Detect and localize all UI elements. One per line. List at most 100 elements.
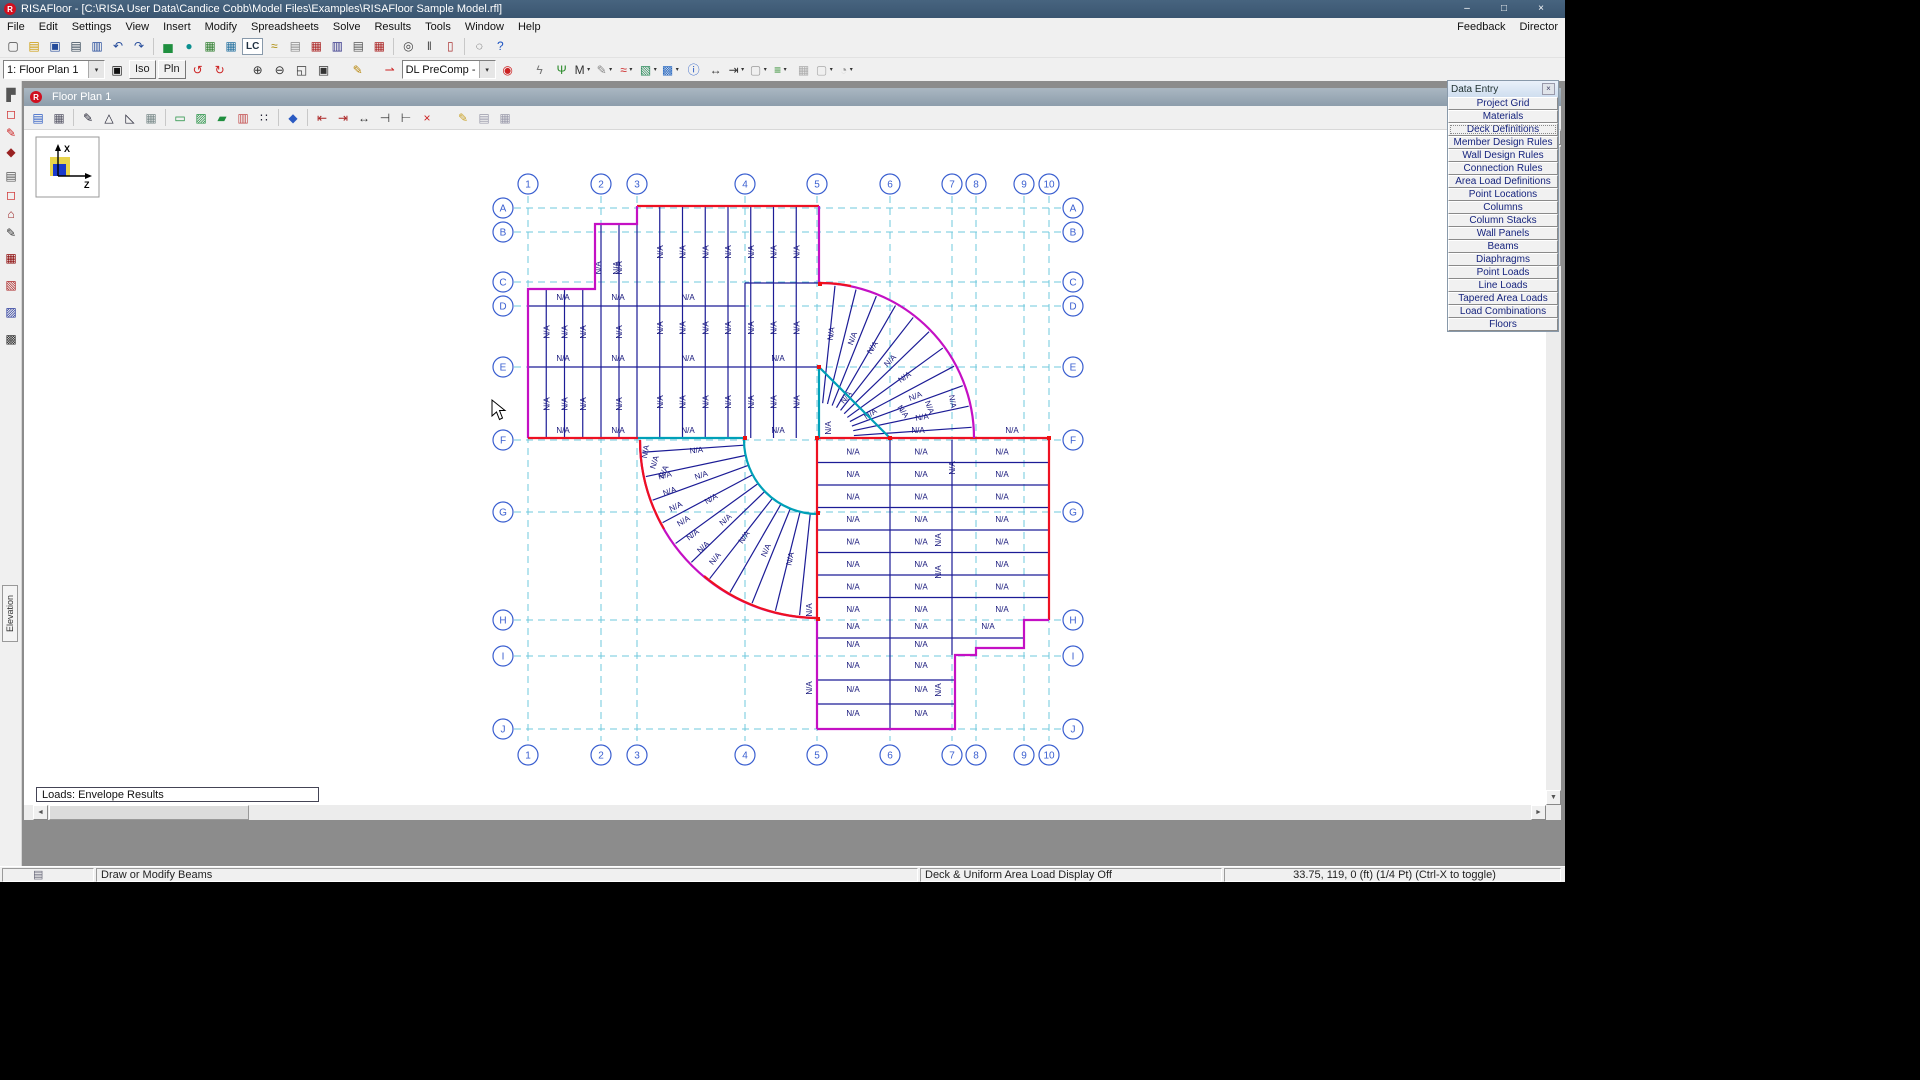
wall-tool-icon[interactable]: ▥ — [233, 108, 253, 128]
render-mode-icon[interactable]: ▩▾ — [662, 60, 682, 80]
chevron-down-icon[interactable]: ▾ — [585, 66, 593, 73]
panel-toggle-icon[interactable]: ▛ — [2, 86, 20, 104]
grid-display-icon[interactable]: ▦ — [495, 108, 515, 128]
measure-icon[interactable]: ↔ — [706, 60, 726, 80]
new-file-icon[interactable]: ▢ — [3, 36, 23, 56]
columns-view-icon[interactable]: ‖ — [419, 36, 439, 56]
project-grid-toggle-icon[interactable]: ▦ — [794, 60, 814, 80]
trim-icon[interactable]: ⊣ — [375, 108, 395, 128]
data-entry-area-load-definitions[interactable]: Area Load Definitions — [1448, 175, 1558, 188]
modify-members-icon[interactable]: ✎ — [2, 124, 20, 142]
data-entry-columns[interactable]: Columns — [1448, 201, 1558, 214]
print-icon[interactable]: ▤ — [66, 36, 86, 56]
data-entry-deck-definitions[interactable]: Deck Definitions — [1448, 123, 1558, 136]
clipboard-icon[interactable]: ▤ — [28, 108, 48, 128]
data-entry-project-grid[interactable]: Project Grid — [1448, 97, 1558, 110]
color-code-icon[interactable]: ▧▾ — [640, 60, 660, 80]
chevron-down-icon[interactable]: ▾ — [627, 66, 635, 73]
chevron-down-icon[interactable]: ▾ — [847, 66, 855, 73]
menu-solve[interactable]: Solve — [326, 21, 368, 33]
maximize-button[interactable]: □ — [1490, 1, 1518, 17]
scroll-right-icon[interactable]: ► — [1531, 805, 1546, 820]
floor-select[interactable]: 1: Floor Plan 1▾ — [3, 60, 105, 79]
grid-tool-icon[interactable]: ▦ — [141, 108, 161, 128]
data-entry-connection-rules[interactable]: Connection Rules — [1448, 162, 1558, 175]
menu-edit[interactable]: Edit — [32, 21, 65, 33]
scroll-down-icon[interactable]: ▼ — [1546, 790, 1561, 805]
delete-icon[interactable]: × — [417, 108, 437, 128]
spreadsheets-icon[interactable]: ▤ — [285, 36, 305, 56]
code-check-icon[interactable]: ▦ — [221, 36, 241, 56]
snap-settings-icon[interactable]: ✎ — [348, 60, 368, 80]
data-entry-tapered-area-loads[interactable]: Tapered Area Loads — [1448, 292, 1558, 305]
edit-pencil-icon[interactable]: ✎ — [453, 108, 473, 128]
help-icon[interactable]: ? — [490, 36, 510, 56]
chevron-down-icon[interactable]: ▾ — [607, 66, 615, 73]
save-icon[interactable]: ▣ — [45, 36, 65, 56]
draw-polygon-icon[interactable]: △ — [99, 108, 119, 128]
model-merge-icon[interactable]: ⇥▾ — [728, 60, 748, 80]
chevron-down-icon[interactable]: ▾ — [827, 66, 835, 73]
data-entry-title-bar[interactable]: Data Entry × — [1448, 81, 1558, 97]
open-folder-icon[interactable]: ▤ — [24, 36, 44, 56]
point-grid-icon[interactable]: ∷ — [254, 108, 274, 128]
design-icon[interactable]: ▦ — [200, 36, 220, 56]
chevron-down-icon[interactable]: ▾ — [739, 66, 747, 73]
rotate-cw-icon[interactable]: ↻ — [210, 60, 230, 80]
chevron-down-icon[interactable]: ▾ — [88, 61, 104, 78]
draw-toggle-icon[interactable]: ✎▾ — [596, 60, 616, 80]
stretch-icon[interactable]: ↔ — [354, 108, 374, 128]
copy-icon[interactable]: ▥ — [87, 36, 107, 56]
plan-view-button[interactable]: Pln — [158, 60, 186, 79]
undo-icon[interactable]: ↶ — [108, 36, 128, 56]
data-entry-line-loads[interactable]: Line Loads — [1448, 279, 1558, 292]
data-entry-point-locations[interactable]: Point Locations — [1448, 188, 1558, 201]
print-preview-icon[interactable]: ◎ — [398, 36, 418, 56]
menu-director[interactable]: Director — [1512, 21, 1565, 33]
deck-boundary-icon[interactable]: ▭ — [170, 108, 190, 128]
horizontal-scroll-thumb[interactable] — [49, 805, 249, 820]
load-direction-icon[interactable]: ⇀ — [380, 60, 400, 80]
background-toggle-icon[interactable]: ▢▾ — [816, 60, 836, 80]
menu-help[interactable]: Help — [511, 21, 548, 33]
menu-file[interactable]: File — [0, 21, 32, 33]
history-icon[interactable]: ◔▾ — [838, 60, 858, 80]
model-canvas[interactable]: 1122334455667788991010AABBCCDDEEFFGGHHII… — [24, 130, 1546, 805]
beam-table-icon[interactable]: ▥ — [327, 36, 347, 56]
chevron-down-icon[interactable]: ▾ — [651, 66, 659, 73]
lc-indicator[interactable]: LC — [242, 38, 263, 55]
draw-plates-icon[interactable]: ◆ — [2, 143, 20, 161]
redo-icon[interactable]: ↷ — [129, 36, 149, 56]
menu-settings[interactable]: Settings — [65, 21, 119, 33]
node-tool-icon[interactable]: ◆ — [283, 108, 303, 128]
display-options-icon[interactable]: ▢▾ — [750, 60, 770, 80]
results-grid-icon[interactable]: ▦ — [2, 249, 20, 267]
rotate-ccw-icon[interactable]: ↺ — [188, 60, 208, 80]
spin-model-icon[interactable]: ◉ — [498, 60, 518, 80]
dimension-icon[interactable]: ◺ — [120, 108, 140, 128]
red-spreadsheet-icon[interactable]: ▦ — [369, 36, 389, 56]
menu-feedback[interactable]: Feedback — [1450, 21, 1512, 33]
menu-tools[interactable]: Tools — [418, 21, 458, 33]
grid-copy-icon[interactable]: ▦ — [49, 108, 69, 128]
loads-toggle-icon[interactable]: ≈ — [264, 36, 284, 56]
zoom-in-icon[interactable]: ⊕ — [248, 60, 268, 80]
minimize-button[interactable]: – — [1453, 1, 1481, 17]
chevron-down-icon[interactable]: ▾ — [673, 66, 681, 73]
view-edit-icon[interactable]: ✎ — [2, 224, 20, 242]
data-entry-floors[interactable]: Floors — [1448, 318, 1558, 331]
iso-view-button[interactable]: Iso — [129, 60, 156, 79]
zoom-window-icon[interactable]: ◱ — [292, 60, 312, 80]
solve-toggle-icon[interactable]: ϟ — [530, 60, 550, 80]
scroll-left-icon[interactable]: ◄ — [33, 805, 48, 820]
results-hatch-icon[interactable]: ▧ — [2, 276, 20, 294]
report-icon[interactable]: ▤ — [348, 36, 368, 56]
close-button[interactable]: × — [1527, 1, 1555, 17]
menu-insert[interactable]: Insert — [156, 21, 198, 33]
member-view-icon[interactable]: ▯ — [440, 36, 460, 56]
snapshot-icon[interactable]: ▣ — [107, 60, 127, 80]
deck-fill-icon[interactable]: ▰ — [212, 108, 232, 128]
auto-wand-icon[interactable]: Ψ — [552, 60, 572, 80]
view-home-icon[interactable]: ⌂ — [2, 205, 20, 223]
align-left-icon[interactable]: ⇤ — [312, 108, 332, 128]
